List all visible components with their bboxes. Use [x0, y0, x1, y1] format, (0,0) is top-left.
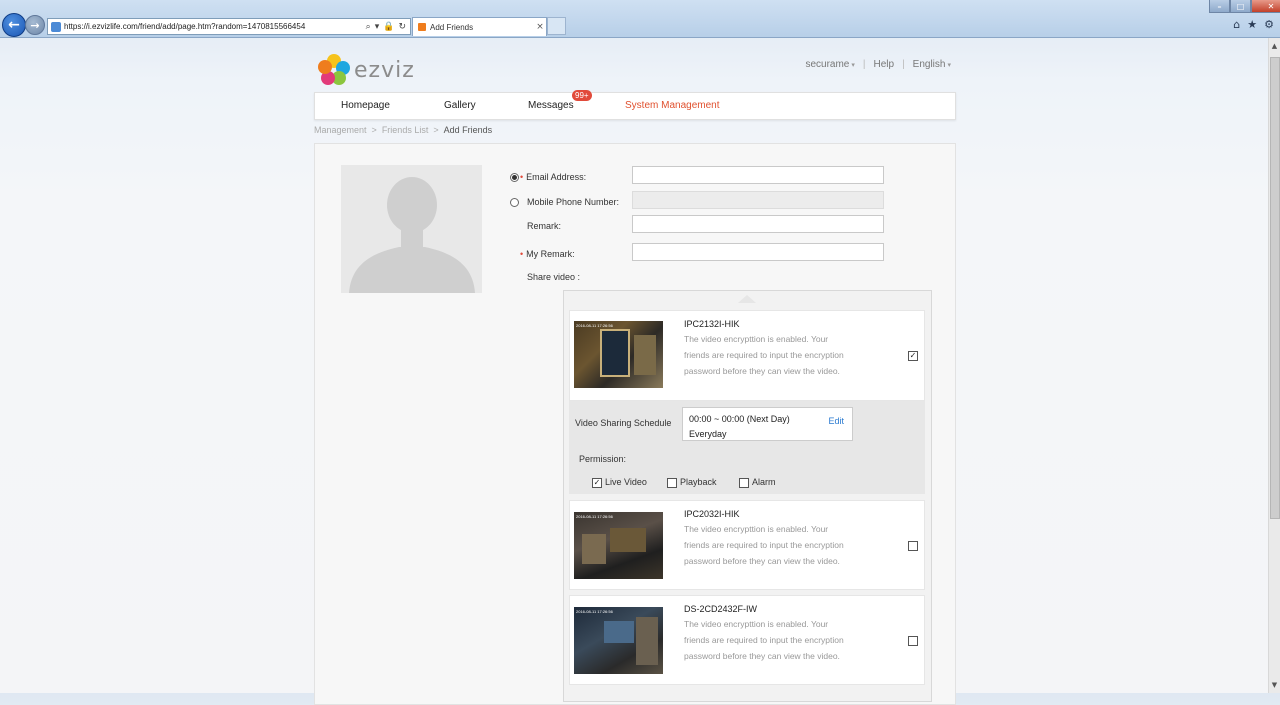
camera-thumbnail: 2016-08-11 17:26:56 [574, 321, 663, 388]
phone-radio[interactable] [510, 198, 519, 207]
chevron-down-icon: ▾ [851, 62, 855, 69]
required-mark: • [520, 249, 524, 259]
address-url[interactable]: https://i.ezvizlife.com/friend/add/page.… [64, 22, 366, 31]
person-silhouette-icon [349, 177, 475, 293]
camera-name: IPC2032I-HIK [684, 509, 740, 519]
lock-icon[interactable]: 🔒 [383, 22, 394, 32]
separator: | [902, 59, 905, 70]
camera-name: IPC2132I-HIK [684, 319, 740, 329]
back-button[interactable]: ← [2, 13, 26, 37]
scroll-thumb[interactable] [1270, 57, 1280, 519]
new-tab-button[interactable] [547, 17, 566, 35]
nav-homepage[interactable]: Homepage [341, 100, 390, 111]
breadcrumb-friends-list[interactable]: Friends List [382, 125, 429, 135]
breadcrumb-current: Add Friends [443, 125, 493, 135]
refresh-icon[interactable]: ↻ [398, 22, 406, 32]
minimize-button[interactable]: – [1209, 0, 1230, 13]
breadcrumb-separator: > [371, 125, 377, 135]
schedule-days: Everyday [689, 429, 727, 439]
camera-card: 2016-08-11 17:26:56 IPC2032I-HIK The vid… [569, 500, 925, 590]
remark-label: Remark: [527, 221, 562, 231]
favorites-star-icon[interactable]: ★ [1247, 18, 1257, 31]
main-navigation: Homepage Gallery Messages System Managem… [314, 92, 956, 120]
logo-text: ezviz [354, 57, 415, 83]
browser-toolbar: ← → https://i.ezvizlife.com/friend/add/p… [0, 0, 1280, 38]
email-label: • Email Address: [520, 172, 587, 182]
camera-checkbox[interactable]: ✓ [908, 351, 918, 361]
scroll-up-icon[interactable]: ▲ [1269, 40, 1280, 52]
scroll-up-indicator-icon [738, 295, 756, 303]
share-video-label: Share video : [527, 272, 581, 282]
camera-checkbox[interactable] [908, 636, 918, 646]
camera-name: DS-2CD2432F-IW [684, 604, 758, 614]
camera-card: 2016-08-11 17:26:56 IPC2132I-HIK The vid… [569, 310, 925, 401]
breadcrumb-management[interactable]: Management [314, 125, 367, 135]
live-video-label: Live Video [605, 477, 647, 487]
close-window-button[interactable]: ✕ [1251, 0, 1280, 13]
schedule-edit-link[interactable]: Edit [828, 416, 844, 426]
help-link[interactable]: Help [873, 59, 894, 70]
browser-command-icons: ⌂ ★ ⚙ [1233, 18, 1274, 31]
language-menu[interactable]: English ▾ [913, 59, 951, 70]
camera-thumbnail: 2016-08-11 17:26:56 [574, 512, 663, 579]
window-controls: – □ ✕ [1209, 0, 1280, 13]
breadcrumb: Management > Friends List > Add Friends [314, 125, 492, 135]
home-icon[interactable]: ⌂ [1233, 18, 1240, 31]
live-video-checkbox[interactable]: ✓ [592, 478, 602, 488]
forward-button[interactable]: → [25, 15, 45, 35]
search-icon[interactable]: ⌕ [366, 22, 371, 32]
forward-arrow-icon: → [30, 18, 40, 32]
messages-count-badge: 99+ [572, 90, 592, 101]
settings-gear-icon[interactable]: ⚙ [1264, 18, 1274, 31]
playback-checkbox[interactable] [667, 478, 677, 488]
address-bar[interactable]: https://i.ezvizlife.com/friend/add/page.… [47, 18, 411, 35]
user-menu[interactable]: securame ▾ [805, 59, 854, 70]
chevron-down-icon: ▾ [947, 62, 951, 69]
schedule-label: Video Sharing Schedule [575, 418, 672, 428]
ezviz-logo[interactable]: ezviz [318, 54, 415, 86]
alarm-label: Alarm [752, 477, 776, 487]
account-links: securame ▾ | Help | English ▾ [805, 59, 951, 70]
camera-description: The video encrypttion is enabled. Your f… [684, 334, 844, 376]
email-field[interactable] [632, 166, 884, 184]
nav-messages[interactable]: Messages [528, 100, 574, 111]
dropdown-icon[interactable]: ▾ [375, 22, 380, 32]
nav-gallery[interactable]: Gallery [444, 100, 476, 111]
playback-label: Playback [680, 477, 717, 487]
email-radio[interactable] [510, 173, 519, 182]
my-remark-field[interactable] [632, 243, 884, 261]
phone-field[interactable] [632, 191, 884, 209]
camera-description: The video encrypttion is enabled. Your f… [684, 524, 844, 566]
tab-close-icon[interactable]: × [534, 22, 546, 32]
maximize-button[interactable]: □ [1230, 0, 1251, 13]
schedule-box: 00:00 ~ 00:00 (Next Day) Everyday Edit [682, 407, 853, 441]
nav-system-management[interactable]: System Management [625, 100, 720, 111]
camera-card: 2016-08-11 17:26:56 DS-2CD2432F-IW The v… [569, 595, 925, 685]
avatar-placeholder [341, 165, 482, 293]
browser-tab[interactable]: Add Friends × [412, 17, 547, 36]
camera-checkbox[interactable] [908, 541, 918, 551]
back-arrow-icon: ← [8, 17, 20, 33]
alarm-checkbox[interactable] [739, 478, 749, 488]
tab-favicon-icon [418, 23, 426, 31]
schedule-time: 00:00 ~ 00:00 (Next Day) [689, 414, 790, 424]
my-remark-label: • My Remark: [520, 249, 575, 259]
remark-field[interactable] [632, 215, 884, 233]
page-scrollbar[interactable]: ▲ ▼ [1268, 38, 1280, 693]
camera-thumbnail: 2016-08-11 17:26:56 [574, 607, 663, 674]
permission-label: Permission: [579, 454, 627, 464]
scroll-down-icon[interactable]: ▼ [1269, 679, 1280, 691]
breadcrumb-separator: > [433, 125, 439, 135]
site-favicon-icon [51, 21, 61, 32]
camera-description: The video encrypttion is enabled. Your f… [684, 619, 844, 661]
logo-flower-icon [318, 54, 350, 86]
required-mark: • [520, 172, 524, 182]
separator: | [862, 59, 866, 70]
tab-title: Add Friends [430, 22, 474, 32]
phone-label: Mobile Phone Number: [527, 197, 620, 207]
